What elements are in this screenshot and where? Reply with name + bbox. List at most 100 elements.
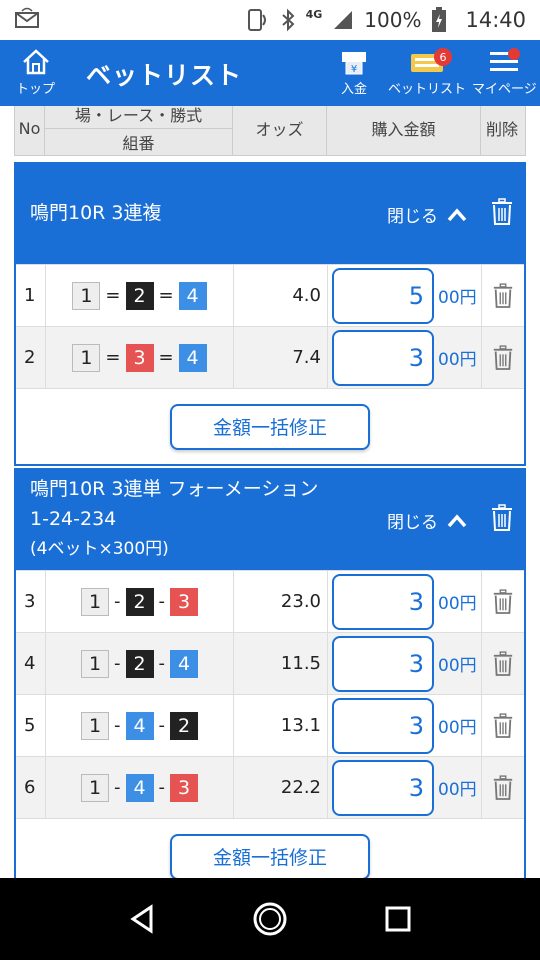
signal-icon <box>334 11 353 29</box>
home-button[interactable]: トップ <box>16 48 55 97</box>
combo: 1 - 4 - 3 <box>46 757 234 818</box>
row-no: 1 <box>16 265 46 326</box>
betlist-button[interactable]: ベットリスト 6 <box>388 48 466 97</box>
amount-input[interactable]: 5 <box>332 267 434 324</box>
bet-section: 鳴門10R 3連複 閉じる 1 1 = 2 = 4 4.0 5 00円 2 1 … <box>14 162 526 466</box>
amount-input[interactable]: 3 <box>332 573 434 630</box>
amount-input[interactable]: 3 <box>332 329 434 386</box>
separator: - <box>158 777 166 798</box>
boat-number: 3 <box>170 587 198 616</box>
trash-icon[interactable] <box>492 588 514 615</box>
home-icon <box>22 49 49 75</box>
trash-icon[interactable] <box>492 712 514 739</box>
row-no: 2 <box>16 327 46 388</box>
amount-unit: 00円 <box>438 288 477 308</box>
section-subtitle: 1-24-234 <box>30 508 117 530</box>
section-title: 鳴門10R 3連単 フォーメーション <box>30 478 319 500</box>
table-row: 5 1 - 4 - 2 13.1 3 00円 <box>16 694 524 756</box>
boat-number: 3 <box>170 773 198 802</box>
section-footer: 金額一括修正 <box>16 818 524 878</box>
home-circle-icon[interactable] <box>252 901 288 937</box>
col-race-combo: 場・レース・勝式 組番 <box>45 106 233 155</box>
page-title: ベットリスト <box>86 61 243 90</box>
table-row: 3 1 - 2 - 3 23.0 3 00円 <box>16 570 524 632</box>
mypage-label: マイページ <box>472 82 537 97</box>
deposit-icon: ¥ <box>342 52 366 75</box>
section-note: (4ベット×300円) <box>30 539 169 559</box>
bet-list-content[interactable]: No 場・レース・勝式 組番 オッズ 購入金額 削除 鳴門10R 3連複 閉じる… <box>0 106 540 878</box>
boat-number: 2 <box>125 649 154 678</box>
separator: - <box>158 653 166 674</box>
trash-icon[interactable] <box>490 198 514 226</box>
separator: - <box>114 653 121 674</box>
section-close-toggle[interactable]: 閉じる <box>387 202 468 227</box>
deposit-button[interactable]: ¥ 入金 <box>338 48 370 97</box>
odds: 23.0 <box>234 571 328 632</box>
trash-icon[interactable] <box>492 650 514 677</box>
separator: - <box>114 777 121 798</box>
deposit-label: 入金 <box>340 82 367 97</box>
recents-icon[interactable] <box>383 904 413 934</box>
amount-unit: 00円 <box>438 780 477 800</box>
trash-icon[interactable] <box>492 774 514 801</box>
amount-unit: 00円 <box>438 350 477 370</box>
row-no: 6 <box>16 757 46 818</box>
odds: 22.2 <box>234 757 328 818</box>
trash-icon[interactable] <box>490 504 514 532</box>
separator: - <box>158 591 166 612</box>
section-header: 鳴門10R 3連単 フォーメーション 1-24-234 (4ベット×300円) … <box>16 470 524 570</box>
amount-unit: 00円 <box>438 656 477 676</box>
boat-number: 1 <box>72 343 101 372</box>
odds: 4.0 <box>234 265 328 326</box>
amount-input[interactable]: 3 <box>332 697 434 754</box>
odds: 11.5 <box>234 633 328 694</box>
mypage-button[interactable]: マイページ <box>472 48 537 97</box>
status-bar: 4G 100% 14:40 <box>0 0 540 40</box>
boat-number: 1 <box>81 711 109 740</box>
bulk-edit-amount-button[interactable]: 金額一括修正 <box>170 833 370 878</box>
odds: 7.4 <box>234 327 328 388</box>
menu-icon <box>490 48 521 71</box>
separator: = <box>158 347 174 368</box>
separator: = <box>105 347 121 368</box>
separator: - <box>158 715 166 736</box>
boat-number: 4 <box>170 649 198 678</box>
trash-icon[interactable] <box>492 344 514 371</box>
table-row: 4 1 - 2 - 4 11.5 3 00円 <box>16 632 524 694</box>
svg-text:¥: ¥ <box>351 64 357 75</box>
notification-area <box>14 7 244 34</box>
boat-number: 3 <box>125 343 154 372</box>
battery-percent: 100% <box>364 8 422 32</box>
close-label: 閉じる <box>387 207 438 227</box>
boat-number: 2 <box>125 587 154 616</box>
section-close-toggle[interactable]: 閉じる <box>387 508 468 533</box>
separator: = <box>105 285 121 306</box>
betlist-label: ベットリスト <box>388 82 467 97</box>
col-odds: オッズ <box>233 106 327 155</box>
section-header: 鳴門10R 3連複 閉じる <box>16 164 524 264</box>
trash-icon[interactable] <box>492 282 514 309</box>
combo: 1 - 2 - 3 <box>46 571 234 632</box>
chevron-up-icon <box>447 513 467 527</box>
boat-number: 1 <box>81 649 109 678</box>
row-no: 3 <box>16 571 46 632</box>
back-icon[interactable] <box>127 903 157 935</box>
col-delete: 削除 <box>485 120 518 139</box>
amount-input[interactable]: 3 <box>332 635 434 692</box>
amount-unit: 00円 <box>438 718 477 738</box>
network-type: 4G <box>305 7 323 21</box>
table-row: 6 1 - 4 - 3 22.2 3 00円 <box>16 756 524 818</box>
separator: = <box>158 285 174 306</box>
table-header: No 場・レース・勝式 組番 オッズ 購入金額 削除 <box>14 106 526 156</box>
battery-charging-icon <box>432 7 447 32</box>
col-combo: 組番 <box>122 133 155 153</box>
nfc-icon <box>247 9 266 31</box>
bulk-edit-amount-button[interactable]: 金額一括修正 <box>170 403 370 450</box>
boat-number: 1 <box>81 587 109 616</box>
close-label: 閉じる <box>387 513 438 533</box>
table-row: 1 1 = 2 = 4 4.0 5 00円 <box>16 264 524 326</box>
separator: - <box>114 591 121 612</box>
bluetooth-icon <box>281 8 295 32</box>
amount-input[interactable]: 3 <box>332 759 434 816</box>
boat-number: 4 <box>125 773 154 802</box>
